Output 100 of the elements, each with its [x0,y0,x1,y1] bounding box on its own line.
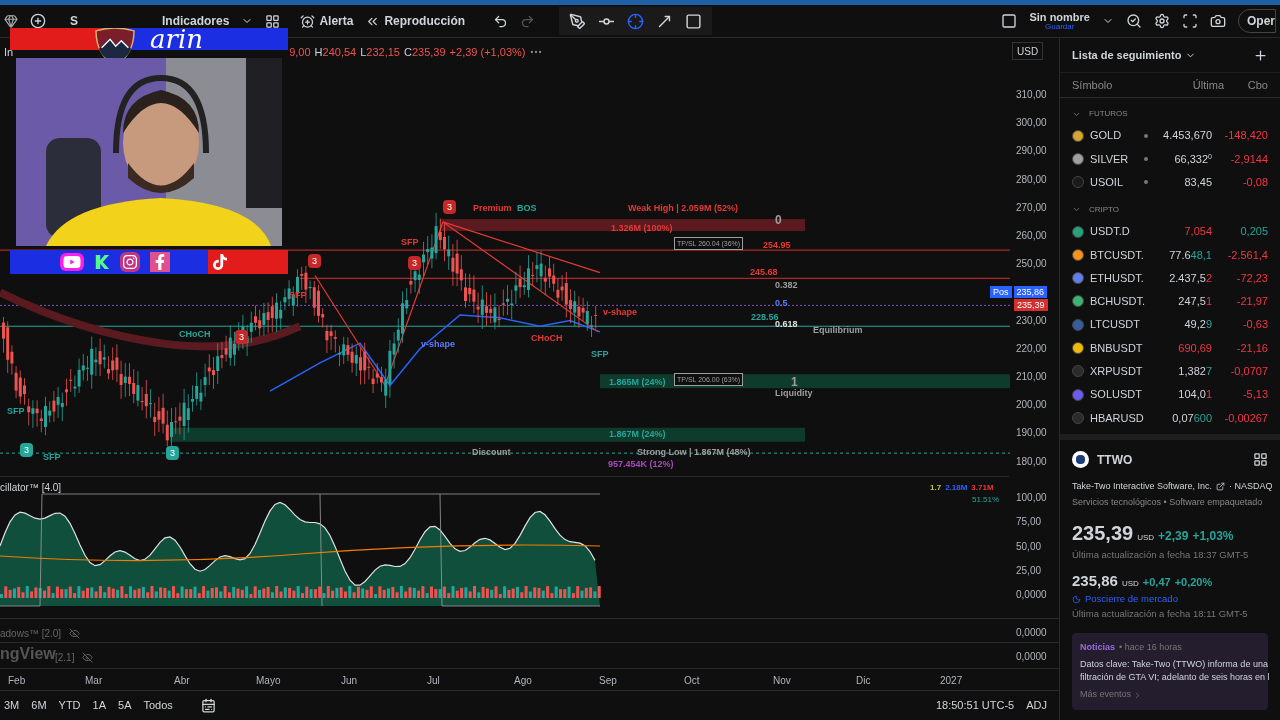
column-header[interactable]: Última [1154,76,1224,94]
chart-label: 1.865M (24%) [608,377,667,388]
price-axis-label: 260,00 [1016,230,1047,242]
price-change: -2,9144 [1229,151,1268,167]
indicators-button[interactable]: Indicadores [162,15,230,27]
currency-label: USD [1137,531,1155,544]
price-change: -148,420 [1223,128,1268,144]
undo-icon[interactable] [493,13,509,29]
range-button[interactable]: 3M [4,697,20,714]
external-link-icon[interactable] [1216,481,1226,491]
chart-label: 254.95 [762,240,792,251]
hidden-eye-icon[interactable] [69,628,81,639]
column-header[interactable]: Símbolo [1072,76,1154,94]
range-button[interactable]: 5A [118,697,132,714]
time-axis-label: Mar [85,674,103,688]
hidden-eye-icon[interactable] [82,652,94,663]
chart-label: 1 [790,376,799,389]
clock-time: 18:50:51 UTC-5 [935,698,1015,714]
last-price: 4.453,670 [1162,128,1212,144]
company-name[interactable]: Take-Two Interactive Software, Inc. [1072,479,1213,494]
settings-icon[interactable] [1154,13,1170,29]
price-change: -5,13 [1241,387,1268,403]
watchlist-row[interactable]: ETHUSDT. 2.437,52 -72,23 [1060,266,1280,290]
symbol-label[interactable]: S [70,15,78,27]
add-icon[interactable] [1253,47,1268,63]
price-axis-label: 210,00 [1016,371,1047,383]
range-button[interactable]: Todos [143,697,173,714]
oscillator-axis-label: 0,0000 [1016,589,1047,602]
price-axis-label: 220,00 [1016,342,1047,355]
add-symbol-icon[interactable] [30,13,46,29]
layout-grid-icon[interactable] [1253,452,1268,468]
group-header[interactable]: FUTUROS [1089,108,1128,120]
price-axis-label: 270,00 [1016,201,1047,214]
time-axis-label: Jul [427,674,440,688]
ohlc-value: C235,39 [404,45,446,60]
watchlist-row[interactable]: BTCUSDT. 77.648,1 -2.561,4 [1060,243,1280,267]
watchlist-row[interactable]: SILVER 66,332$^{0}$ -2,9144 [1060,147,1280,171]
redo-icon[interactable] [520,13,536,29]
post-market-tag: Pos [990,286,1012,298]
layout-grid-icon[interactable] [265,13,281,29]
save-link[interactable]: Guardar [1045,22,1075,31]
chart-label: 245.68 [749,267,779,278]
chart-label: BOS [516,203,538,214]
group-header[interactable]: CRIPTO [1089,203,1120,216]
watchlist-row[interactable]: USDT.D 7,054 0,205 [1060,219,1280,244]
last-price: 690,69 [1177,340,1212,356]
alarm-clock-icon[interactable] [300,13,316,29]
adjustment-toggle[interactable]: ADJ [1026,697,1047,714]
price-axis-label: 200,00 [1016,399,1047,412]
time-axis-label: Sep [599,674,617,688]
last-price: 0,07600 [1171,410,1212,426]
watchlist-row[interactable]: GOLD 4.453,670 -148,420 [1060,124,1280,148]
search-icon[interactable] [1126,13,1142,29]
news-card[interactable]: Noticias • hace 16 horas Datos clave: Take-Two (TTWO) informa de una filtración de GTA VI; adelanto de seis horas en l Más eventos [1072,632,1268,710]
camera-icon[interactable] [1210,13,1226,29]
replay-button[interactable]: Reproducción [384,15,466,27]
last-price: 1,3827 [1177,364,1212,380]
range-button[interactable]: 6M [31,697,47,714]
gem-icon[interactable] [4,14,18,28]
price-change: -21,97 [1235,294,1268,310]
camera-logo-icon [120,252,140,272]
watchlist-row[interactable]: LTCUSDT 49,29 -0,63 [1060,313,1280,337]
symbol-name: SILVER [1090,151,1130,167]
watchlist-row[interactable]: HBARUSD 0,07600 -0,00267 [1060,406,1280,430]
symbol-name: HBARUSD [1090,410,1142,426]
last-price: 83,45 [1183,175,1212,190]
moon-icon [1072,594,1081,604]
indicator-title: adows™ [2.0] [0,627,62,641]
ohlc-value: H240,54 [314,45,357,60]
range-button[interactable]: YTD [58,697,81,714]
calendar-icon[interactable] [200,698,216,713]
symbol-name: XRPUSDT [1090,364,1142,380]
watchlist-row[interactable]: BNBUSDT 690,69 -21,16 [1060,336,1280,360]
range-button[interactable]: 1A [92,697,107,714]
chart-label: 0.5 [774,298,789,309]
watchlist-row[interactable]: XRPUSDT 1,3827 -0,0707 [1060,359,1280,383]
symbol-name: GOLD [1090,128,1123,144]
chart-label: CHoCH [178,329,212,340]
chart-label: SFP [42,452,62,463]
price-change: -0,00267 [1223,410,1268,426]
signal-badge: 3 [166,446,179,460]
column-header[interactable]: Cbo [1224,76,1268,94]
layout-square-icon[interactable] [1001,13,1018,29]
watchlist-row[interactable]: USOIL 83,45 -0,08 [1060,170,1280,194]
ohlc-value: 9,00 [289,45,311,60]
more-events-link[interactable]: Más eventos [1080,688,1132,702]
indicator-stat: 1.7 [930,482,942,494]
layout-name[interactable]: Sin nombre [1029,11,1090,23]
fullscreen-icon[interactable] [1182,13,1198,29]
currency-selector[interactable]: USD [1012,42,1044,60]
price-change: -0,0707 [1229,364,1268,380]
watchlist-title[interactable]: Lista de seguimiento [1072,46,1182,64]
sector-text: Servicios tecnológicos • Software empaquetado [1072,496,1264,510]
alert-button[interactable]: Alerta [319,15,354,27]
signal-badge: 3 [20,443,33,457]
chart-label: Weak High | 2.059M (52%) [627,203,739,214]
last-price: 77.648,1 [1168,247,1212,263]
watchlist-row[interactable]: BCHUSDT. 247,51 -21,97 [1060,289,1280,314]
watchlist-row[interactable]: SOLUSDT 104,01 -5,13 [1060,382,1280,407]
time-axis-label: Mayo [256,674,281,688]
